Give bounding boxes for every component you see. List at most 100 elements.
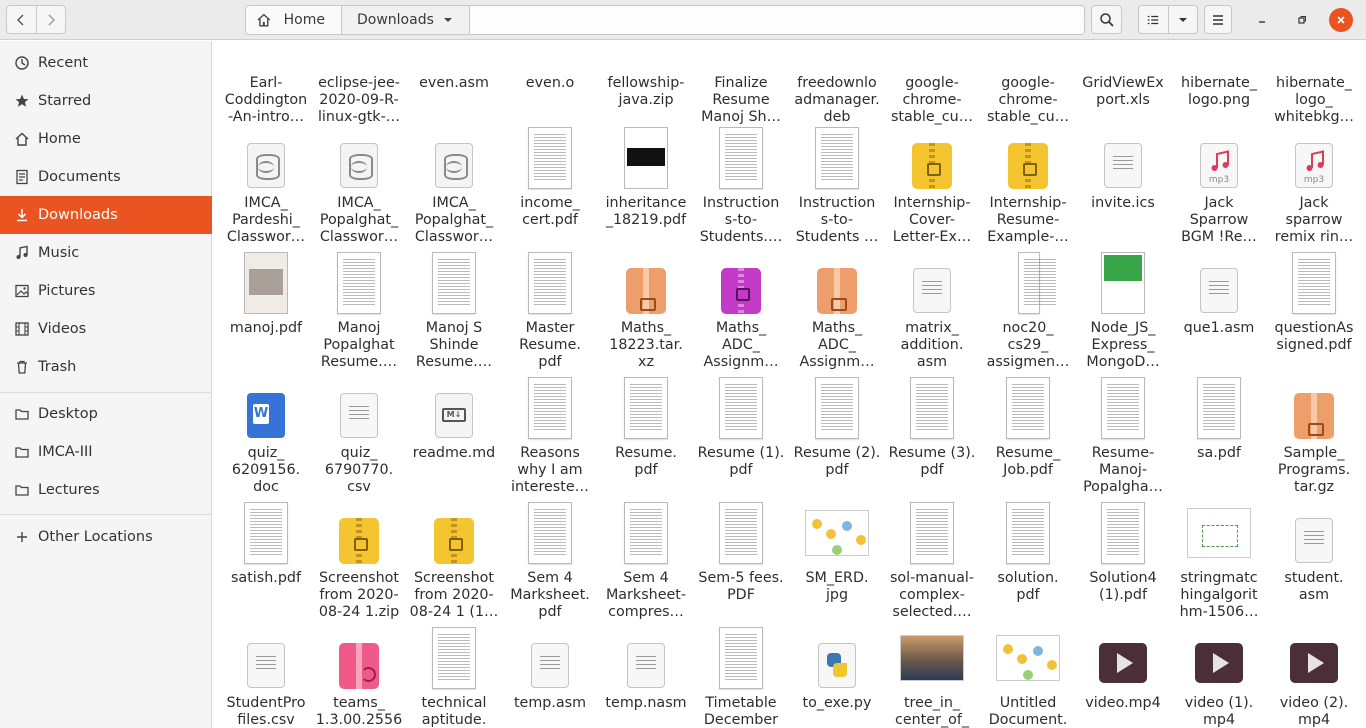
file-item[interactable]: video.mp4 [1075,627,1171,728]
file-item[interactable]: even.asm [406,41,502,132]
file-item[interactable]: Resume_ Job.pdf [980,377,1076,502]
main-menu-button[interactable] [1204,5,1232,34]
file-item[interactable]: Wquiz_ 6209156. doc [218,377,314,502]
file-item[interactable]: Resume. pdf [598,377,694,502]
file-item[interactable]: IMCA_ Popalghat_ Classwor… [406,127,502,252]
file-item[interactable]: student. asm [1266,502,1362,627]
file-item[interactable]: Resume (3). pdf [884,377,980,502]
file-item[interactable]: StudentPro files.csv [218,627,314,728]
file-item[interactable]: Node_JS_ Express_ MongoD… [1075,252,1171,377]
file-item[interactable]: teams_ 1.3.00.2556 [311,627,407,728]
file-item[interactable]: Timetable December [693,627,789,728]
file-item[interactable]: stringmatc hingalgorit hm-1506… [1171,502,1267,627]
sidebar-item-desktop[interactable]: Desktop [0,395,212,433]
maximize-button[interactable] [1290,8,1314,32]
file-item[interactable]: mp3 Jack sparrow remix rin… [1266,127,1362,252]
sidebar-item-imca-iii[interactable]: IMCA-III [0,433,212,471]
file-item[interactable]: Maths_ 18223.tar. xz [598,252,694,377]
file-item[interactable]: inheritance _18219.pdf [598,127,694,252]
back-button[interactable] [7,6,36,33]
file-item[interactable]: Resume- Manoj- Popalgha… [1075,377,1171,502]
file-item[interactable]: Master Resume. pdf [502,252,598,377]
file-item[interactable]: Sample_ Programs. tar.gz [1266,377,1362,502]
file-item[interactable]: Finalize Resume Manoj Sh… [693,41,789,132]
file-item[interactable]: Maths_ ADC_ Assignm… [693,252,789,377]
file-item[interactable]: Manoj S Shinde Resume.… [406,252,502,377]
document-thumbnail-icon [518,127,582,191]
sidebar-item-pictures[interactable]: Pictures [0,272,212,310]
file-item[interactable]: Sem 4 Marksheet. pdf [502,502,598,627]
sidebar-item-videos[interactable]: Videos [0,310,212,348]
file-item[interactable]: Maths_ ADC_ Assignm… [789,252,885,377]
file-item[interactable]: Resume (1). pdf [693,377,789,502]
file-item[interactable]: sa.pdf [1171,377,1267,502]
file-item[interactable]: temp.asm [502,627,598,728]
file-item[interactable]: temp.nasm [598,627,694,728]
file-item[interactable]: Sem 4 Marksheet- compres… [598,502,694,627]
file-item[interactable]: HIBERNATI hibernate_ logo.png [1171,41,1267,132]
file-item[interactable]: matrix_ addition. asm [884,252,980,377]
file-item[interactable]: video (2). mp4 [1266,627,1362,728]
file-item[interactable]: to_exe.py [789,627,885,728]
sidebar-item-lectures[interactable]: Lectures [0,471,212,509]
file-item[interactable]: noc20_ cs29_ assigmen… [980,252,1076,377]
sidebar-item-music[interactable]: Music [0,234,212,272]
file-item[interactable]: Screenshot from 2020- 08-24 1.zip [311,502,407,627]
sidebar-item-label: Trash [38,359,77,375]
file-item[interactable]: HIBERNATE hibernate_ logo_ whitebkg… [1266,41,1362,132]
file-item[interactable]: IMCA_ Pardeshi_ Classwor… [218,127,314,252]
file-item[interactable]: Resume (2). pdf [789,377,885,502]
file-item[interactable]: IMCA_ Popalghat_ Classwor… [311,127,407,252]
file-item[interactable]: eclipse-jee- 2020-09-R- linux-gtk-… [311,41,407,132]
minimize-button[interactable] [1250,8,1274,32]
sidebar-item-trash[interactable]: Trash [0,348,212,386]
file-item[interactable]: quiz_ 6790770. csv [311,377,407,502]
forward-button[interactable] [35,6,66,33]
file-item[interactable]: Earl- Coddington -An-intro… [218,41,314,132]
search-button[interactable] [1091,5,1122,34]
close-button[interactable] [1329,8,1353,32]
file-item[interactable]: solution. pdf [980,502,1076,627]
breadcrumb-downloads[interactable]: Downloads [342,6,470,34]
file-item[interactable]: sol-manual- complex- selected.… [884,502,980,627]
file-item[interactable]: GridViewEx port.xls [1075,41,1171,132]
file-item[interactable]: satish.pdf [218,502,314,627]
view-options-dropdown[interactable] [1167,6,1198,33]
file-item[interactable]: questionAs signed.pdf [1266,252,1362,377]
list-view-button[interactable] [1139,6,1168,33]
file-item[interactable]: google- chrome- stable_cu… [980,41,1076,132]
file-item[interactable]: que1.asm [1171,252,1267,377]
file-item[interactable]: Screenshot from 2020- 08-24 1 (1… [406,502,502,627]
sidebar-item-home[interactable]: Home [0,120,212,158]
file-item[interactable]: Reasons why I am intereste… [502,377,598,502]
file-item[interactable]: M↓ readme.md [406,377,502,502]
file-item[interactable]: Manoj Popalghat Resume.… [311,252,407,377]
file-item[interactable]: freedownlo admanager. deb [789,41,885,132]
file-item[interactable]: technical aptitude. [406,627,502,728]
file-item[interactable]: tree_in_ center_of_ [884,627,980,728]
file-item[interactable]: fellowship- java.zip [598,41,694,132]
breadcrumb-home[interactable]: Home [246,6,342,34]
file-item[interactable]: Internship- Resume- Example-… [980,127,1076,252]
sidebar-item-starred[interactable]: Starred [0,82,212,120]
file-item[interactable]: income_ cert.pdf [502,127,598,252]
sidebar-item-downloads[interactable]: Downloads [0,196,212,234]
file-item[interactable]: Internship- Cover- Letter-Ex… [884,127,980,252]
file-item[interactable]: manoj.pdf [218,252,314,377]
file-item[interactable]: Instruction s-to- Students … [789,127,885,252]
file-item[interactable]: Untitled Document. [980,627,1076,728]
document-thumbnail-icon [900,377,964,441]
sidebar-item-recent[interactable]: Recent [0,44,212,82]
sidebar-item-other-locations[interactable]: Other Locations [0,518,212,556]
file-item[interactable]: SM_ERD. jpg [789,502,885,627]
file-item[interactable]: mp3 Jack Sparrow BGM !Re… [1171,127,1267,252]
text-file-icon [900,252,964,316]
file-item[interactable]: Instruction s-to- Students.… [693,127,789,252]
file-item[interactable]: Sem-5 fees. PDF [693,502,789,627]
file-item[interactable]: Solution4 (1).pdf [1075,502,1171,627]
file-item[interactable]: invite.ics [1075,127,1171,252]
sidebar-item-documents[interactable]: Documents [0,158,212,196]
file-item[interactable]: video (1). mp4 [1171,627,1267,728]
file-item[interactable]: even.o [502,41,598,132]
file-item[interactable]: google- chrome- stable_cu… [884,41,980,132]
